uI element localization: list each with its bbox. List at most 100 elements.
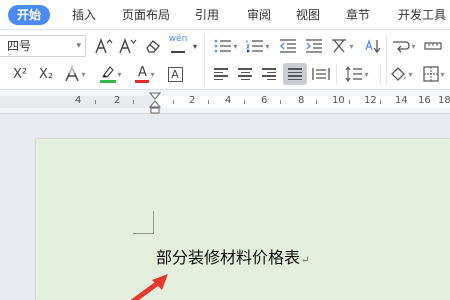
borders-button[interactable]: ▾ [420,63,448,85]
phonetic-guide-button[interactable]: wén [165,33,191,55]
text-effects-button[interactable]: ▾ [60,63,90,85]
ruler-tick [208,100,209,104]
paragraph-mark: ↵ [301,255,310,266]
bullet-list-icon [215,39,232,53]
tab-developer-tools[interactable]: 开发工具 [398,5,446,25]
ruler-tick [173,100,174,104]
ruler-tick [280,100,281,104]
ruler-icon [424,42,442,50]
table-ruler-button[interactable] [422,35,444,57]
shading-button[interactable]: ▾ [386,63,416,85]
tab-insert[interactable]: 插入 [72,5,96,25]
sort-icon [365,39,381,54]
phonetic-icon [171,44,185,53]
chevron-down-icon: ▾ [440,69,445,79]
horizontal-ruler[interactable]: 4 2 2 4 6 8 10 12 14 16 18 [0,90,450,114]
document-text[interactable]: 部分装修材料价格表↵ [156,244,309,268]
ruler-number: 18 [438,95,450,106]
ruler-tick [349,100,350,104]
superscript-button[interactable]: X² [8,63,32,85]
ruler-tick [133,100,134,104]
shrink-font-icon [119,38,137,54]
ruler-number: 14 [395,95,408,106]
ruler-tick [95,100,96,104]
ruler-tick [380,100,381,104]
bullet-list-button[interactable]: ▾ [212,35,240,57]
arrow-annotation-icon [130,274,168,300]
ruler-number: 10 [332,95,345,106]
menu-bar: 开始 插入 页面布局 引用 审阅 视图 章节 开发工具 [0,0,450,30]
ruler-number: 8 [298,95,305,106]
chevron-down-icon: ▾ [408,69,413,79]
ruler-number: 6 [261,95,268,106]
font-size-value: 四号 [7,39,32,53]
tab-page-layout[interactable]: 页面布局 [122,5,170,25]
line-wrap-button[interactable]: ▾ [390,35,418,57]
distributed-align-icon [312,68,330,80]
margin-corner-mark [153,211,154,233]
chinese-layout-button[interactable]: ▾ [328,35,356,57]
chevron-down-icon: ▾ [233,41,238,51]
tab-home[interactable]: 开始 [8,5,51,25]
character-border-button[interactable]: A [164,63,186,85]
chevron-down-icon: ▾ [349,41,354,51]
document-page[interactable]: 部分装修材料价格表↵ [36,139,450,300]
decrease-indent-button[interactable] [276,35,300,57]
ruler-tick [244,100,245,104]
grow-font-button[interactable] [92,35,116,57]
clear-format-button[interactable] [142,35,164,57]
toolbar-divider [204,34,205,86]
align-center-button[interactable] [234,63,256,85]
chevron-down-icon[interactable]: ▾ [190,35,200,57]
eraser-icon [146,40,160,53]
tab-references[interactable]: 引用 [195,5,219,25]
numbered-list-button[interactable]: ▾ [244,35,272,57]
superscript-label: X² [12,66,28,82]
ruler-number: 16 [418,95,431,106]
chinese-layout-icon [332,39,347,53]
align-left-icon [214,67,228,81]
justify-icon [288,67,302,81]
formatting-toolbar: 四号 ▾ wén ▾ ▾ ▾ ▾ ▾ X² X₂ ▾ ▾ A ▾ A ▾ ▾ ▾ [0,30,450,90]
align-left-button[interactable] [210,63,232,85]
toolbar-divider [380,64,381,84]
align-right-button[interactable] [258,63,280,85]
numbered-list-icon [246,40,264,53]
decrease-indent-icon [280,39,296,53]
tab-review[interactable]: 审阅 [247,5,271,25]
line-spacing-icon [346,66,363,82]
chevron-down-icon: ▾ [117,69,122,79]
subscript-button[interactable]: X₂ [34,63,58,85]
chevron-down-icon: ▾ [76,41,81,51]
borders-icon [423,66,440,82]
highlight-color-button[interactable]: ▾ [96,63,126,85]
justify-button[interactable] [283,63,307,85]
font-color-letter: A [138,65,147,80]
chevron-down-icon: ▾ [265,41,270,51]
phonetic-label: wén [168,34,188,44]
font-size-select[interactable]: 四号 ▾ [0,35,86,57]
tab-view[interactable]: 视图 [296,5,320,25]
ruler-tick [316,100,317,104]
text-effects-icon [65,66,80,82]
paint-bucket-icon [391,67,406,81]
ruler-number: 12 [364,95,377,106]
document-workspace: 部分装修材料价格表↵ [0,114,450,300]
chevron-down-icon: ▾ [364,69,369,79]
chevron-down-icon: ▾ [81,69,86,79]
indent-marker-icon[interactable] [148,92,162,114]
distributed-align-button[interactable] [309,63,333,85]
document-title-text[interactable]: 部分装修材料价格表 [156,248,300,267]
line-spacing-button[interactable]: ▾ [342,63,372,85]
chevron-down-icon: ▾ [411,41,416,51]
increase-indent-button[interactable] [302,35,326,57]
ruler-number: 2 [189,95,196,106]
toolbar-divider [336,64,337,84]
shrink-font-button[interactable] [116,35,140,57]
tab-chapter[interactable]: 章节 [346,5,370,25]
sort-button[interactable] [362,35,384,57]
line-wrap-icon [393,41,411,53]
ruler-number: 4 [225,95,232,106]
align-right-icon [262,67,276,81]
font-color-button[interactable]: A ▾ [130,63,160,85]
